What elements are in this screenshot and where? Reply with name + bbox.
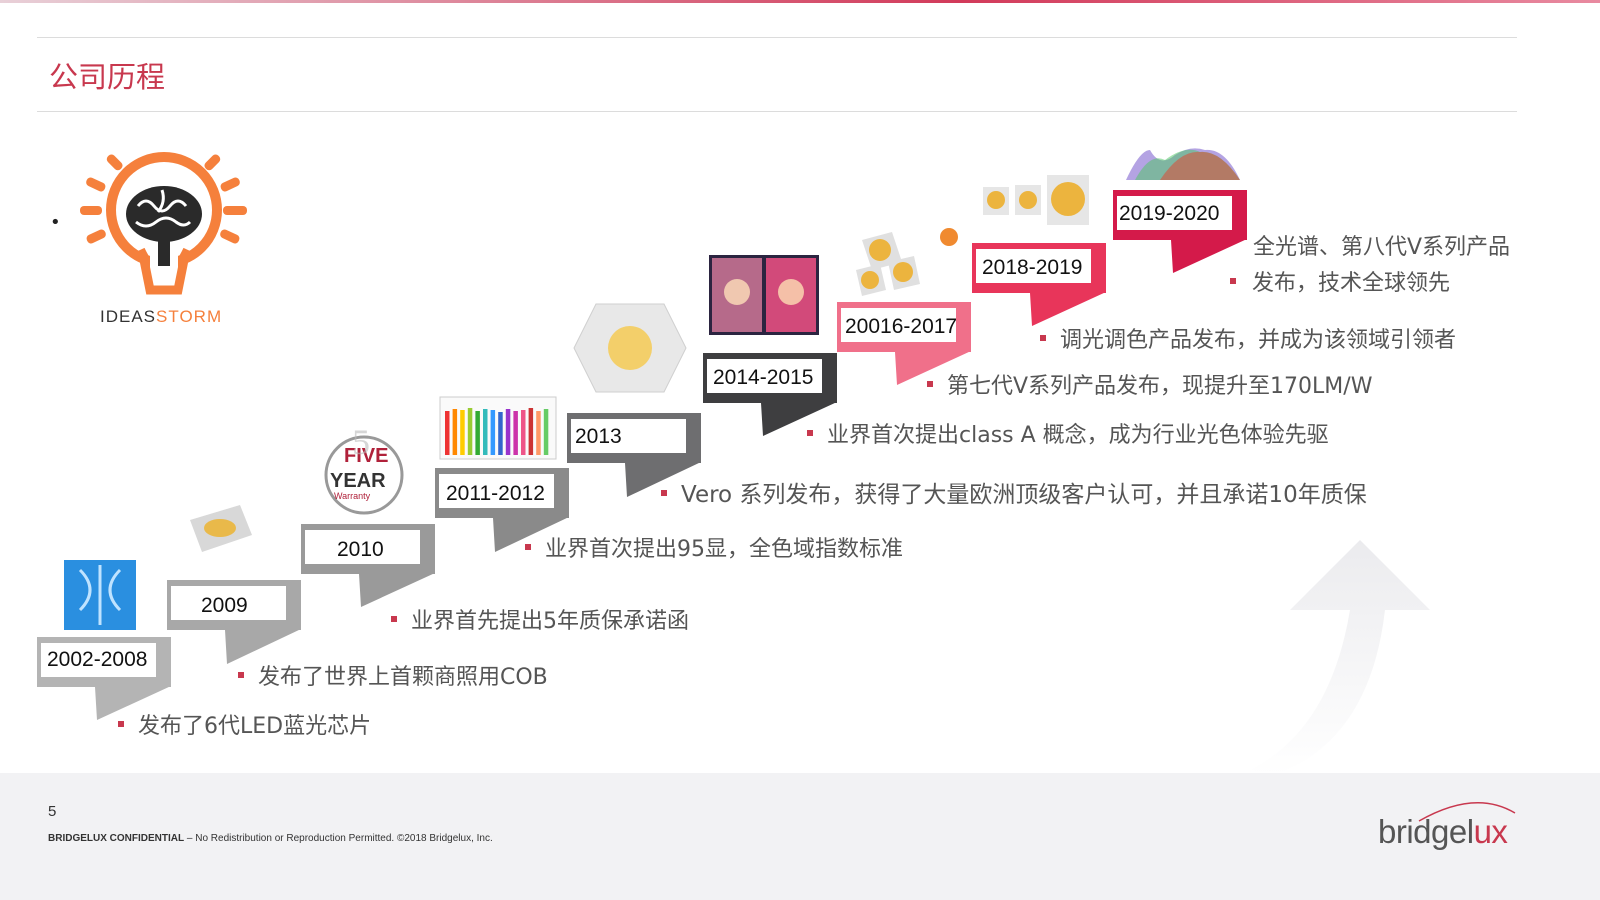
year-label-2014-2015: 2014-2015 <box>713 366 814 389</box>
milestone-bullet-2011-2012: 业界首次提出95显，全色域指数标准 <box>525 531 903 563</box>
confidential-text: – No Redistribution or Reproduction Perm… <box>184 833 493 844</box>
full-spectrum-chart-image <box>1123 137 1243 182</box>
year-label-2010: 2010 <box>337 538 384 561</box>
blue-led-chip-image <box>64 560 136 630</box>
bridgelux-logo: bridgelux <box>1378 813 1508 851</box>
thumbnail-bar <box>475 411 480 455</box>
milestone-bullet-2019-2020: 发布，技术全球领先 <box>1230 265 1450 297</box>
thumbnail-bar <box>498 412 503 455</box>
thumbnail-bar <box>467 408 473 455</box>
bullet-marker <box>661 489 667 496</box>
bullet-marker <box>807 430 813 436</box>
thumbnail-bar <box>536 411 541 455</box>
five-year-warranty-badge: FIVE YEAR Warranty 5 <box>324 422 404 515</box>
cob-cluster-image <box>856 228 958 296</box>
thumbnail-bar <box>452 409 458 455</box>
year-label-2011-2012: 2011-2012 <box>446 482 545 505</box>
timeline-staircase: FIVE YEAR Warranty 5 <box>37 137 1430 775</box>
bullet-marker <box>525 544 531 550</box>
milestone-text: 业界首次提出class A 概念，成为行业光色体验先驱 <box>827 423 1329 448</box>
thumbnail-bar <box>505 409 511 455</box>
thumbnail-bar <box>490 410 496 455</box>
milestone-bullet-20016-2017: 第七代V系列产品发布，现提升至170LM/W <box>927 368 1372 400</box>
color-bar-chart-image <box>439 396 557 460</box>
milestone-text: 第七代V系列产品发布，现提升至170LM/W <box>947 374 1373 399</box>
thumbnail-bar <box>460 410 465 455</box>
confidential-notice: BRIDGELUX CONFIDENTIAL – No Redistributi… <box>48 833 493 844</box>
year-label-2018-2019: 2018-2019 <box>982 256 1083 279</box>
brand-name-main: bridgel <box>1378 813 1474 850</box>
portrait-comparison-image <box>709 255 819 335</box>
bullet-marker <box>1230 278 1236 284</box>
bullet-marker <box>391 616 397 622</box>
page-number: 5 <box>48 803 57 820</box>
milestone-bullet-2009: 发布了世界上首颗商照用COB <box>238 659 548 691</box>
milestone-text: 发布了6代LED蓝光芯片 <box>138 714 372 739</box>
bullet-marker <box>1040 335 1046 341</box>
milestone-bullet-2018-2019: 调光调色产品发布，并成为该领域引领者 <box>1040 322 1456 354</box>
year-label-20016-2017: 20016-2017 <box>845 315 958 338</box>
milestone-text: 发布了世界上首颗商照用COB <box>258 665 548 690</box>
step-2009 <box>167 580 301 664</box>
year-label-2019-2020: 2019-2020 <box>1119 202 1220 225</box>
bullet-marker <box>238 672 244 678</box>
milestone-text: Vero 系列发布，获得了大量欧洲顶级客户认可，并且承诺10年质保 <box>681 482 1367 508</box>
milestone-text: 业界首次提出95显，全色域指数标准 <box>545 537 903 562</box>
vero-led-module-image <box>573 303 687 393</box>
year-label-2013: 2013 <box>575 425 622 448</box>
thumbnail-bar <box>528 408 534 455</box>
step-2010 <box>301 524 435 607</box>
thumbnail-bar <box>513 411 518 455</box>
milestone-text: 调光调色产品发布，并成为该领域引领者 <box>1060 328 1457 353</box>
milestone-bullet-2010: 业界首先提出5年质保承诺函 <box>391 603 689 635</box>
milestone-text: 发布，技术全球领先 <box>1252 271 1451 296</box>
milestone-bullet-2013: Vero 系列发布，获得了大量欧洲顶级客户认可，并且承诺10年质保 <box>661 475 1367 509</box>
thumbnail-bar <box>543 409 549 455</box>
milestone-bullet-2014-2015: 业界首次提出class A 概念，成为行业光色体验先驱 <box>807 417 1329 449</box>
milestone-bullet-2002-2008: 发布了6代LED蓝光芯片 <box>118 708 371 740</box>
thumbnail-bar <box>521 410 526 455</box>
thumbnail-bar <box>445 411 450 455</box>
thumbnail-bar <box>483 409 488 455</box>
confidential-label: BRIDGELUX CONFIDENTIAL <box>48 833 185 844</box>
milestone-text: 业界首先提出5年质保承诺函 <box>411 609 689 634</box>
bullet-marker <box>927 381 933 387</box>
year-label-2009: 2009 <box>201 594 248 617</box>
warranty-label-text: Warranty <box>334 491 371 501</box>
v-series-chips-image <box>983 175 1089 225</box>
cob-2009-image <box>190 505 252 552</box>
background-up-arrow <box>1250 540 1430 775</box>
warranty-number-text: 5 <box>352 422 370 462</box>
brand-name-accent: ux <box>1473 813 1508 850</box>
warranty-year-text: YEAR <box>330 470 386 492</box>
milestone-text-2019-2020-line1: 全光谱、第八代V系列产品 <box>1253 235 1511 260</box>
bullet-marker <box>118 721 124 727</box>
year-label-2002-2008: 2002-2008 <box>47 648 148 671</box>
